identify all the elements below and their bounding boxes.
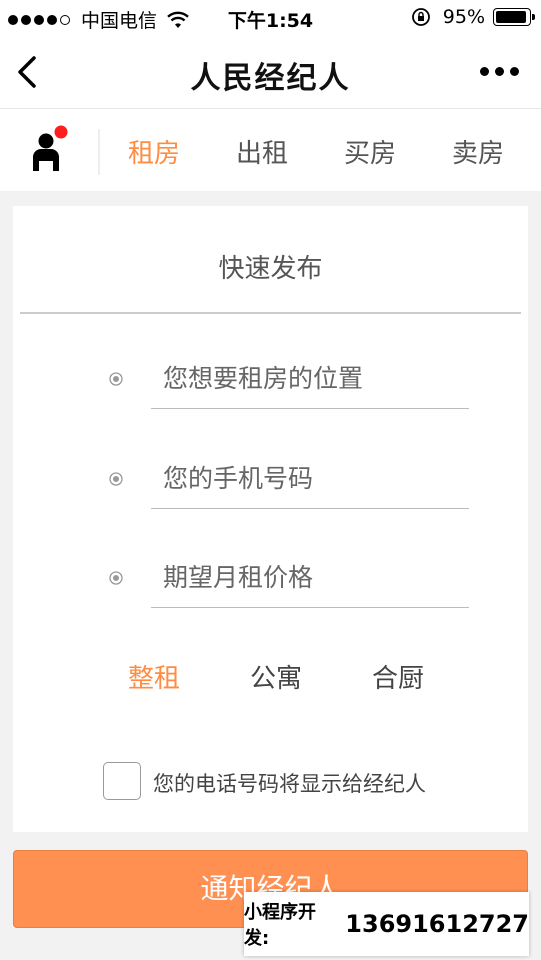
price-field-row bbox=[13, 548, 528, 618]
rent-type-shared-kitchen[interactable]: 合厨 bbox=[372, 658, 424, 695]
rent-type-apartment[interactable]: 公寓 bbox=[250, 658, 302, 695]
battery-fill bbox=[496, 11, 527, 23]
phone-field-row bbox=[13, 449, 528, 519]
page-title: 人民经纪人 bbox=[190, 61, 351, 96]
battery-icon bbox=[493, 8, 535, 26]
phone-input[interactable] bbox=[151, 449, 469, 509]
status-right: 95% bbox=[411, 6, 535, 28]
more-dots-icon[interactable] bbox=[474, 67, 519, 76]
tab-lease-out[interactable]: 出租 bbox=[236, 133, 288, 170]
radio-target-icon bbox=[109, 472, 123, 486]
form-title: 快速发布 bbox=[218, 254, 323, 284]
rent-type-whole[interactable]: 整租 bbox=[128, 658, 180, 695]
battery-percent: 95% bbox=[442, 6, 485, 28]
consent-label: 您的电话号码将显示给经纪人 bbox=[153, 772, 426, 796]
location-input[interactable] bbox=[151, 349, 469, 409]
consent-checkbox[interactable] bbox=[103, 762, 141, 800]
category-tab-bar: 租房 出租 买房 卖房 bbox=[0, 109, 541, 191]
tab-divider bbox=[98, 129, 100, 175]
title-divider bbox=[20, 312, 521, 314]
developer-contact-watermark: 小程序开发: 13691612727 bbox=[244, 892, 529, 956]
quick-publish-card: 快速发布 整租 公寓 合厨 您的电话号码将显示给经纪人 bbox=[13, 206, 528, 832]
price-input[interactable] bbox=[151, 548, 469, 608]
orientation-lock-icon bbox=[411, 8, 430, 26]
watermark-label: 小程序开发: bbox=[244, 902, 316, 949]
nav-bar: 人民经纪人 bbox=[0, 36, 541, 109]
radio-target-icon bbox=[109, 372, 123, 386]
user-icon[interactable] bbox=[28, 125, 72, 177]
notification-dot bbox=[54, 125, 68, 139]
radio-target-icon bbox=[109, 571, 123, 585]
tab-sell[interactable]: 卖房 bbox=[452, 133, 504, 170]
location-field-row bbox=[13, 349, 528, 419]
tab-rent[interactable]: 租房 bbox=[128, 133, 180, 170]
status-bar: 中国电信 下午1:54 95% bbox=[0, 0, 541, 36]
tab-buy[interactable]: 买房 bbox=[344, 133, 396, 170]
watermark-phone: 13691612727 bbox=[345, 910, 529, 938]
